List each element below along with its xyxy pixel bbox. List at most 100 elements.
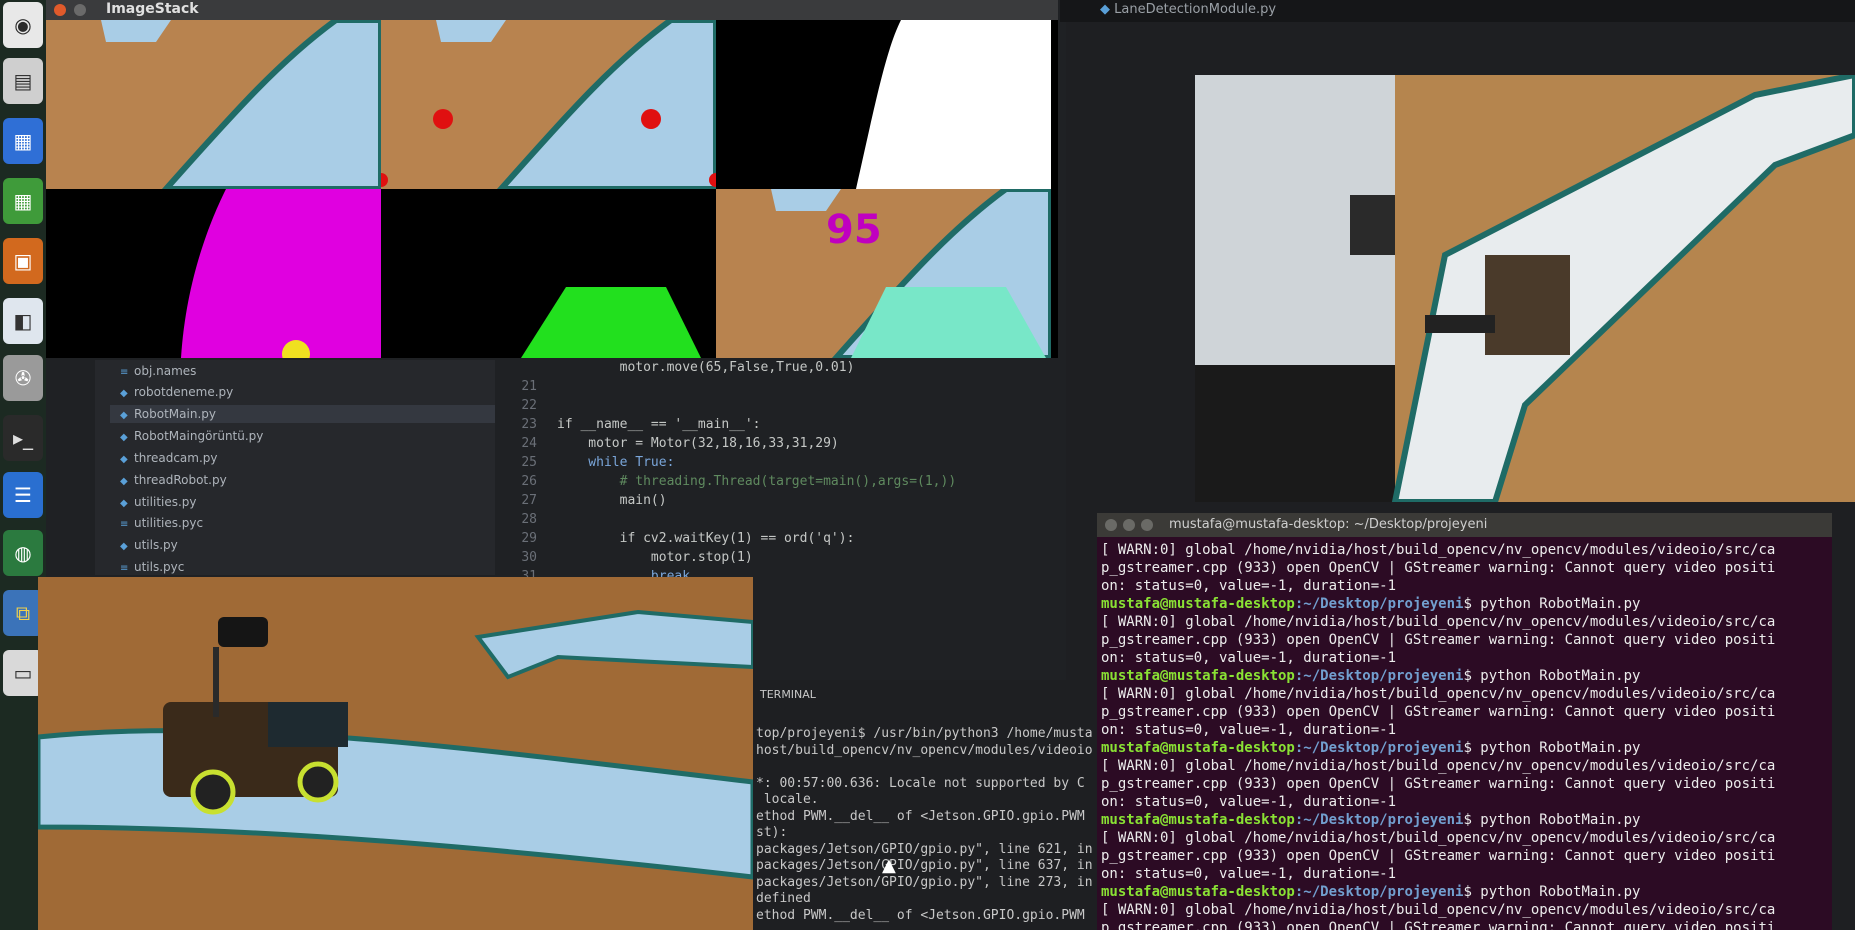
line-number: 25 [521,455,537,470]
imagestack-titlebar: ImageStack [46,0,1058,20]
code-pane[interactable]: motor.move(65,False,True,0.01) 21 22 23 if _… [495,360,1065,584]
browser-icon[interactable]: ◍ [3,530,43,576]
vscode-terminal-line: defined [756,891,811,906]
terminal-minimize-button[interactable] [1123,519,1135,531]
text-editor-icon[interactable]: ☰ [3,472,43,518]
code-text: if cv2.waitKey(1) == ord('q'): [557,531,855,546]
code-line: 24 motor = Motor(32,18,16,33,31,29) [495,434,838,453]
file-icon: ◆ [120,432,128,443]
code-line: 26 # threading.Thread(target=main(),args… [495,472,956,491]
line-number: 26 [521,474,537,489]
code-line: 28 [495,510,557,529]
vscode-terminal-line: packages/Jetson/GPIO/gpio.py", line 637,… [756,858,1093,873]
drive-icon[interactable]: ▭ [3,650,43,696]
file-item[interactable]: ◆ threadRobot.py [120,471,227,489]
line-number: 23 [521,417,537,432]
code-line: 25 while True: [495,453,674,472]
camera-feed [1195,75,1855,502]
terminal-output[interactable]: [ WARN:0] global /home/nvidia/host/build… [1097,537,1832,930]
code-line: 30 motor.stop(1) [495,548,752,567]
dash-home-icon[interactable]: ◉ [3,2,43,48]
prompt-user: mustafa@mustafa-desktop [1101,884,1295,900]
code-line: 23 if __name__ == '__main__': [495,415,761,434]
line-number: 30 [521,550,537,565]
python-icon[interactable]: ⧉ [3,590,43,636]
mouse-cursor-icon: ▲ [882,855,896,876]
terminal-icon[interactable]: ▸_ [3,415,43,461]
stack-tile-threshold [716,20,1051,189]
file-item[interactable]: ◆ RobotMain.py [110,405,500,423]
warp-point-right [641,109,661,129]
file-label: threadRobot.py [134,473,227,487]
code-text: while True: [557,455,675,470]
minimize-button[interactable] [74,4,86,16]
code-line: 27 main() [495,491,666,510]
file-item[interactable]: ◆ robotdeneme.py [120,383,233,401]
file-item[interactable]: ◆ threadcam.py [120,449,218,467]
prompt-path: :~/Desktop/projeyeni [1294,812,1464,828]
prompt-path: :~/Desktop/projeyeni [1294,740,1464,756]
prompt-user: mustafa@mustafa-desktop [1101,596,1295,612]
line-number: 24 [521,436,537,451]
file-label: RobotMaingörüntü.py [134,429,264,443]
file-icon: ◆ [120,476,128,487]
vscode-terminal-panel[interactable]: top/projeyeni$ /usr/bin/python3 /home/mu… [752,680,1097,930]
prompt-command: $ python RobotMain.py [1463,596,1641,612]
terminal-warning-line: p_gstreamer.cpp (933) open OpenCV | GStr… [1101,920,1776,930]
file-icon: ≡ [120,563,129,574]
terminal-warning-line: p_gstreamer.cpp (933) open OpenCV | GStr… [1101,776,1776,792]
file-item[interactable]: ≡ utilities.pyc [120,514,203,532]
prompt-command: $ python RobotMain.py [1463,812,1641,828]
terminal-warning-line: [ WARN:0] global /home/nvidia/host/build… [1101,686,1776,702]
file-item[interactable]: ◆ utils.py [120,536,178,554]
terminal-maximize-button[interactable] [1141,519,1153,531]
file-icon: ◆ [120,454,128,465]
prompt-path: :~/Desktop/projeyeni [1294,668,1464,684]
terminal-warning-line: p_gstreamer.cpp (933) open OpenCV | GStr… [1101,848,1776,864]
vscode-terminal-line: top/projeyeni$ /usr/bin/python3 /home/mu… [756,726,1093,741]
file-label: utils.py [134,538,178,552]
vscode-terminal-line: ethod PWM.__del__ of <Jetson.GPIO.gpio.P… [756,808,1085,824]
terminal-warning-line: [ WARN:0] global /home/nvidia/host/build… [1101,902,1776,918]
code-line: 22 [495,396,557,415]
tab-terminal[interactable]: TERMINAL [760,688,816,701]
file-item[interactable]: ◆ utilities.py [120,493,197,511]
stack-tile-warp [46,20,381,189]
terminal-titlebar: mustafa@mustafa-desktop: ~/Desktop/proje… [1097,513,1832,537]
imagestack-window: 95 [46,0,1058,358]
code-text: if __name__ == '__main__': [557,417,761,432]
stack-tile-result: 95 [716,189,1051,358]
line-number: 29 [521,531,537,546]
files-icon[interactable]: ▤ [3,58,43,104]
file-label: utilities.pyc [134,516,204,530]
calc-icon[interactable]: ▦ [3,178,43,224]
file-item[interactable]: ◆ RobotMaingörüntü.py [120,427,263,445]
line-number: 21 [521,379,537,394]
tab-lane-detection[interactable]: ◆ LaneDetectionModule.py [1100,2,1276,17]
terminal-title: mustafa@mustafa-desktop: ~/Desktop/proje… [1169,517,1488,532]
file-item[interactable]: ≡ obj.names [120,362,196,380]
file-icon: ◆ [120,541,128,552]
stack-tile-area [381,189,716,358]
file-label: RobotMain.py [134,407,216,421]
terminal-prompt-line: mustafa@mustafa-desktop:~/Desktop/projey… [1101,595,1640,613]
writer-icon[interactable]: ▦ [3,118,43,164]
terminal-warning-line: p_gstreamer.cpp (933) open OpenCV | GStr… [1101,632,1776,648]
file-icon: ◆ [120,498,128,509]
settings-icon[interactable]: ✇ [3,355,43,401]
terminal-warning-line: [ WARN:0] global /home/nvidia/host/build… [1101,758,1776,774]
close-button[interactable] [54,4,66,16]
file-item[interactable]: ≡ utils.pyc [120,558,184,576]
file-icon: ◆ [120,410,128,421]
terminal-warning-line: on: status=0, value=-1, duration=-1 [1101,578,1397,594]
terminal-warning-line: on: status=0, value=-1, duration=-1 [1101,794,1397,810]
file-label: threadcam.py [134,451,218,465]
vscode-terminal-line: host/build_opencv/nv_opencv/modules/vide… [756,742,1093,758]
terminal-prompt-line: mustafa@mustafa-desktop:~/Desktop/projey… [1101,883,1640,901]
software-icon[interactable]: ◧ [3,298,43,344]
impress-icon[interactable]: ▣ [3,238,43,284]
file-icon: ◆ [120,388,128,399]
terminal-close-button[interactable] [1105,519,1117,531]
prompt-path: :~/Desktop/projeyeni [1294,596,1464,612]
line-number: 22 [521,398,537,413]
